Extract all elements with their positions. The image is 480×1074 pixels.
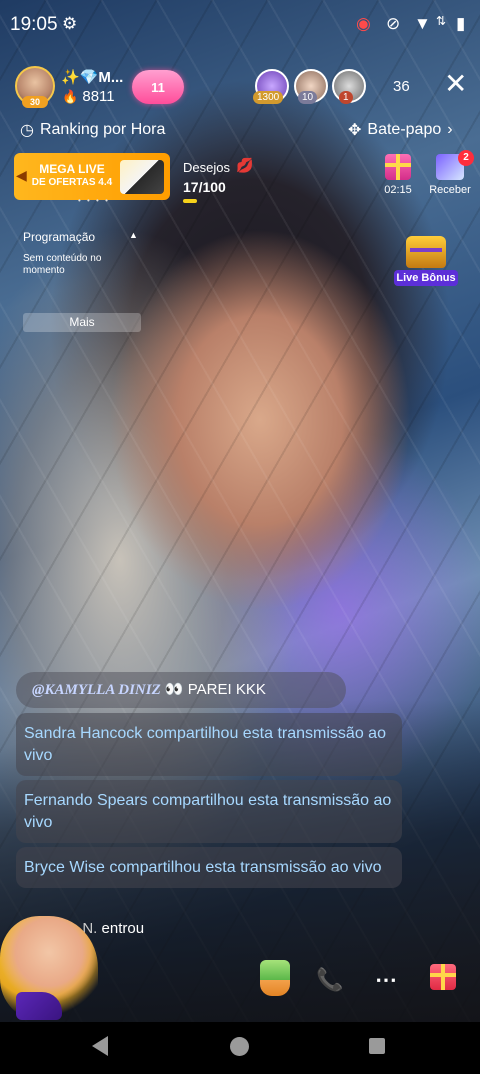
receive-button[interactable]: 2 Receber	[428, 150, 474, 196]
host-name[interactable]: ✨💎M...	[61, 68, 123, 86]
video-call-icon[interactable]: 📞	[313, 963, 347, 997]
ranking-label: Ranking por Hora	[39, 121, 166, 138]
avatar-sticker-dress	[16, 992, 62, 1020]
wishes-count: 17/100	[183, 179, 226, 195]
drink-gift-icon[interactable]	[260, 960, 290, 996]
chat-message-share[interactable]: Bryce Wise compartilhou esta transmissão…	[16, 847, 402, 888]
gift-timer-button[interactable]: 02:15	[381, 154, 415, 196]
chevron-right-icon: ›	[447, 121, 453, 138]
schedule-empty-text: Sem conteúdo no momento	[23, 253, 102, 276]
chat-message-mention[interactable]: @KAMYLLA DINIZ 👀 PAREI KKK	[16, 672, 346, 708]
receive-badge: 2	[458, 150, 474, 166]
data-arrows-icon: ⇅	[436, 14, 447, 28]
wishes-progress-bar	[183, 199, 197, 203]
follow-badge-button[interactable]: 11	[132, 70, 184, 104]
treasure-chest-icon	[406, 236, 446, 268]
viewer-count[interactable]: 36	[393, 78, 410, 95]
host-fans-count: 8811	[82, 88, 115, 105]
system-navigation-bar	[0, 1022, 480, 1074]
grid-icon: ✥	[348, 122, 362, 139]
home-icon[interactable]	[230, 1037, 249, 1056]
host-level-badge: 30	[22, 96, 48, 108]
chat-tab-button[interactable]: ✥ Bate-papo ›	[348, 120, 453, 140]
lips-icon: 💋	[236, 157, 254, 173]
top-viewer-badge: 10	[298, 91, 318, 104]
wishes-widget[interactable]: Desejos 17/100	[183, 160, 230, 203]
mega-live-line1: MEGA LIVE	[39, 162, 105, 176]
host-fans: 🔥 8811	[62, 88, 115, 105]
schedule-more-button[interactable]: Mais	[23, 313, 141, 332]
live-bonus-button[interactable]: Live Bônus	[394, 236, 458, 286]
gift-timer-time: 02:15	[384, 184, 412, 196]
chat-tab-label: Bate-papo	[367, 121, 442, 138]
wifi-icon: ▼	[414, 14, 431, 33]
status-time: 19:05	[10, 14, 58, 35]
flame-icon: 🔥	[62, 89, 79, 104]
banner-pager-dots: • • • •	[78, 196, 110, 205]
settings-gear-icon: ⚙	[62, 14, 78, 33]
entered-text: entrou	[101, 920, 145, 937]
live-bonus-label: Live Bônus	[394, 270, 458, 286]
top-viewer-badge: 1	[339, 91, 353, 104]
vibrate-off-icon: ⊘	[386, 14, 401, 33]
record-icon: ◉	[356, 14, 371, 33]
chat-message-share[interactable]: Sandra Hancock compartilhou esta transmi…	[16, 713, 402, 776]
battery-icon: ▮	[456, 14, 466, 33]
receive-label: Receber	[429, 184, 471, 196]
back-icon[interactable]	[92, 1036, 108, 1056]
clock-icon: ◷	[20, 122, 34, 139]
host-badge-count: 11	[151, 79, 165, 95]
gift-box-icon	[385, 154, 411, 180]
close-icon[interactable]: ✕	[444, 70, 467, 98]
mega-live-line2: DE OFERTAS 4.4	[31, 177, 113, 188]
hourly-ranking-button[interactable]: ◷ Ranking por Hora	[20, 120, 165, 140]
mega-live-title: MEGA LIVE DE OFERTAS 4.4	[26, 162, 118, 190]
wishes-label: Desejos	[183, 160, 230, 175]
top-viewer-badge: 1300	[253, 91, 284, 104]
status-bar: 19:05 ⚙ ◉ ⊘ ▼ ⇅ ▮	[0, 0, 480, 50]
mega-live-banner[interactable]: ◀ MEGA LIVE DE OFERTAS 4.4	[14, 153, 170, 200]
mega-live-products-image	[120, 160, 164, 194]
chevron-up-icon[interactable]: ▲	[129, 230, 138, 240]
schedule-panel: Programação ▲ Sem conteúdo no momento	[23, 230, 148, 277]
chat-message-share[interactable]: Fernando Spears compartilhou esta transm…	[16, 780, 402, 843]
chat-mention-name: @KAMYLLA DINIZ	[32, 682, 161, 698]
more-options-icon[interactable]: ⋯	[369, 963, 403, 997]
recent-apps-icon[interactable]	[369, 1038, 385, 1054]
gift-icon[interactable]	[430, 964, 456, 990]
eyes-icon: 👀	[164, 681, 184, 698]
chat-mention-text: PAREI KKK	[187, 681, 266, 698]
